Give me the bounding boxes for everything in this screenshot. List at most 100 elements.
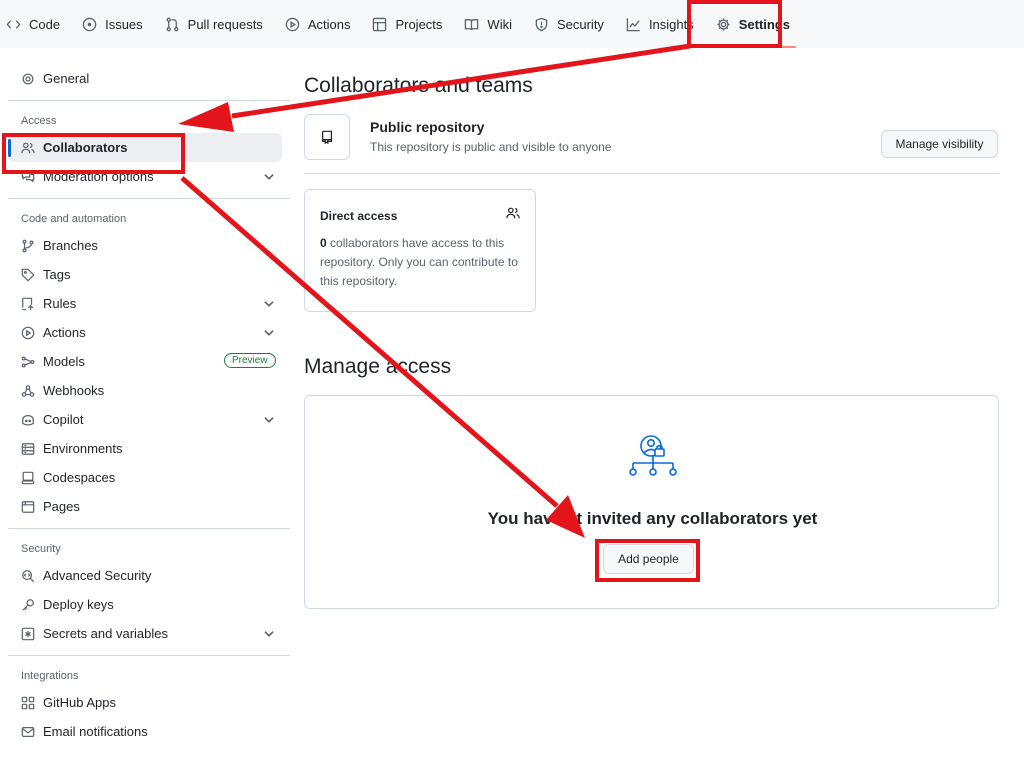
repo-icon: [322, 130, 332, 144]
manage-visibility-button[interactable]: Manage visibility: [881, 130, 998, 158]
sidebar-divider: [8, 655, 290, 656]
ai-model-icon: [21, 355, 35, 368]
tag-icon: [21, 268, 35, 282]
empty-state-title: You haven't invited any collaborators ye…: [487, 509, 818, 528]
sidebar-item-deploy-keys[interactable]: Deploy keys: [8, 590, 290, 619]
play-icon: [21, 326, 35, 339]
repo-icon-box: [304, 114, 350, 160]
sidebar-item-label: Email notifications: [43, 724, 148, 739]
sidebar-item-codespaces[interactable]: Codespaces: [8, 463, 290, 492]
git-pull-request-icon: [166, 17, 179, 31]
sidebar-group-code-automation: Code and automation: [21, 213, 127, 225]
table-icon: [373, 17, 387, 31]
apps-icon: [21, 696, 35, 709]
sidebar-item-label: Environments: [43, 441, 123, 456]
sidebar-item-label: Advanced Security: [43, 568, 152, 583]
sidebar-item-actions[interactable]: Actions: [8, 318, 290, 347]
server-icon: [21, 442, 35, 455]
direct-access-desc: collaborators have access to this reposi…: [320, 236, 518, 288]
chevron-down-icon: [264, 301, 274, 307]
repo-visibility-row: Public repository This repository is pub…: [304, 114, 999, 174]
key-icon: [22, 598, 34, 611]
shield-icon: [535, 17, 548, 31]
tab-code-label: Code: [29, 16, 61, 32]
preview-badge: Preview: [224, 353, 276, 368]
sidebar-group-access: Access: [21, 115, 57, 127]
direct-access-text: 0 collaborators have access to this repo…: [320, 234, 525, 291]
people-icon: [506, 207, 520, 219]
sidebar-item-environments[interactable]: Environments: [8, 434, 290, 463]
sidebar-item-pages[interactable]: Pages: [8, 492, 290, 521]
book-icon: [465, 18, 479, 30]
gear-icon: [22, 73, 34, 84]
sidebar-group-security: Security: [21, 543, 61, 555]
tab-projects-label: Projects: [395, 16, 443, 32]
direct-access-card: Direct access 0 collaborators have acces…: [304, 189, 536, 312]
sidebar-item-github-apps[interactable]: GitHub Apps: [8, 688, 290, 717]
sidebar-item-label: Actions: [43, 325, 86, 340]
tab-actions-label: Actions: [307, 16, 351, 32]
sidebar-item-label: Tags: [43, 267, 71, 282]
repo-visibility-title: Public repository: [370, 119, 485, 135]
webhook-icon: [21, 384, 35, 397]
sidebar-item-models[interactable]: Models Preview: [8, 347, 290, 376]
sidebar-item-webhooks[interactable]: Webhooks: [8, 376, 290, 405]
sidebar-item-tags[interactable]: Tags: [8, 260, 290, 289]
annotation-box-settings: [687, 0, 782, 48]
sidebar-divider: [8, 100, 290, 101]
direct-access-title: Direct access: [320, 209, 398, 223]
repo-nav: Code Issues Pull requests Actions Projec…: [0, 0, 1024, 48]
sidebar-item-secrets[interactable]: Secrets and variables: [8, 619, 290, 648]
page-title: Collaborators and teams: [304, 74, 533, 97]
copilot-icon: [22, 414, 34, 426]
mail-icon: [21, 726, 35, 737]
issue-opened-icon: [82, 17, 97, 31]
chevron-down-icon: [264, 417, 274, 423]
chevron-down-icon: [264, 330, 274, 336]
codespaces-icon: [21, 471, 35, 484]
tab-pull-requests-label: Pull requests: [187, 16, 263, 32]
sidebar-group-integrations: Integrations: [21, 670, 79, 682]
tab-insights[interactable]: Insights: [626, 0, 694, 48]
sidebar-item-general[interactable]: General: [8, 64, 290, 93]
chevron-down-icon: [264, 174, 274, 180]
graph-icon: [626, 17, 640, 31]
tab-code[interactable]: Code: [6, 0, 60, 48]
sidebar-item-label: Pages: [43, 499, 80, 514]
sidebar-item-copilot[interactable]: Copilot: [8, 405, 290, 434]
sidebar-item-label: Deploy keys: [43, 597, 114, 612]
manage-access-title: Manage access: [304, 355, 452, 378]
annotation-box-collaborators: [2, 133, 185, 174]
chevron-down-icon: [264, 631, 274, 637]
sidebar-item-label: Codespaces: [43, 470, 116, 485]
sidebar-item-label: Secrets and variables: [43, 626, 169, 641]
sidebar-item-label: General: [43, 71, 90, 86]
sidebar-item-rules[interactable]: Rules: [8, 289, 290, 318]
tab-issues-label: Issues: [105, 16, 143, 32]
tab-pull-requests[interactable]: Pull requests: [165, 0, 263, 48]
sidebar-item-branches[interactable]: Branches: [8, 231, 290, 260]
repo-push-icon: [22, 297, 34, 310]
tab-issues[interactable]: Issues: [82, 0, 143, 48]
key-asterisk-icon: [21, 627, 35, 640]
sidebar-item-label: Webhooks: [43, 383, 105, 398]
tab-actions[interactable]: Actions: [285, 0, 351, 48]
play-icon: [285, 17, 300, 31]
people-network-icon: [629, 435, 677, 476]
sidebar-item-advanced-security[interactable]: Advanced Security: [8, 561, 290, 590]
code-icon: [6, 19, 21, 29]
git-branch-icon: [22, 239, 34, 252]
sidebar-divider: [8, 198, 290, 199]
tab-security[interactable]: Security: [534, 0, 604, 48]
sidebar-item-label: GitHub Apps: [43, 695, 116, 710]
sidebar-item-label: Rules: [43, 296, 77, 311]
codescan-icon: [22, 569, 35, 582]
tab-security-label: Security: [556, 16, 604, 32]
collaborator-count: 0: [320, 236, 327, 250]
tab-projects[interactable]: Projects: [372, 0, 442, 48]
browser-icon: [21, 500, 35, 513]
sidebar-item-label: Models: [43, 354, 85, 369]
sidebar-item-email-notifications[interactable]: Email notifications: [8, 717, 290, 746]
tab-wiki[interactable]: Wiki: [464, 0, 512, 48]
sidebar-divider: [8, 528, 290, 529]
